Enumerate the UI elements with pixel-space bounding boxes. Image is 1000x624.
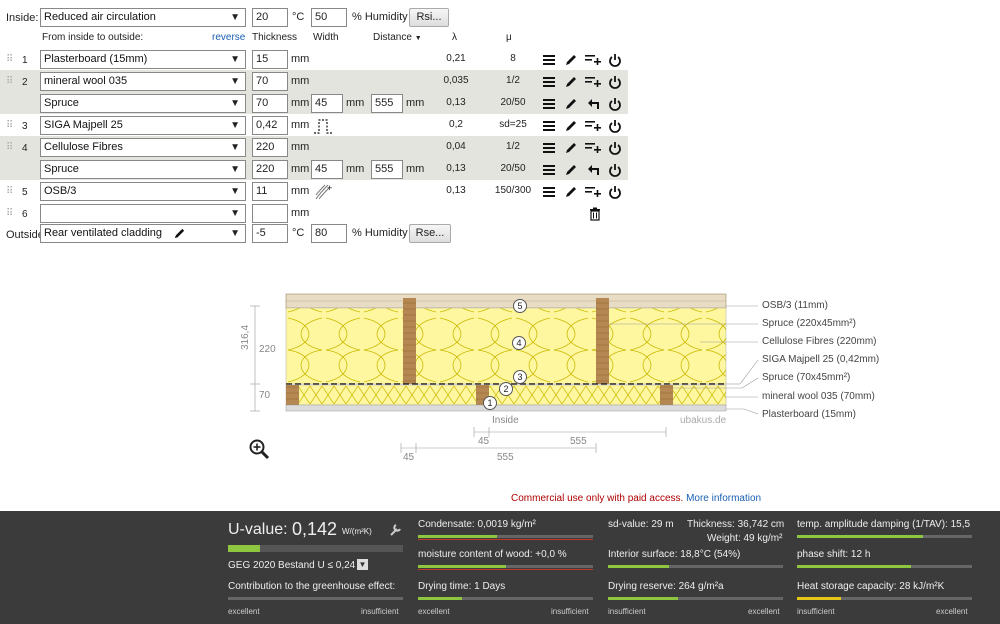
legend-item: OSB/3 (11mm): [762, 300, 828, 311]
legend-item: SIGA Majpell 25 (0,42mm): [762, 354, 880, 365]
drying-time-bar-fill: [418, 597, 462, 600]
scale-insufficient-2: insufficient: [551, 607, 589, 616]
dim-total: 316,4: [240, 324, 251, 350]
spruce-stud-lower-3: [660, 385, 673, 405]
layer-marker: 3: [513, 370, 527, 384]
temp-amplitude-bar-fill: [797, 535, 923, 538]
scale-excellent-1: excellent: [228, 607, 260, 616]
more-info-link[interactable]: More information: [686, 493, 761, 504]
drying-time: Drying time: 1 Days: [418, 581, 506, 592]
temp-amplitude: temp. amplitude damping (1/TAV): 15,5: [797, 519, 971, 530]
spruce-stud-lower-1: [286, 385, 299, 405]
drying-reserve-bar-fill: [608, 597, 678, 600]
wood-moisture-limit: [418, 569, 593, 570]
dim-45b: 45: [403, 452, 415, 463]
scale-insufficient-4: insufficient: [797, 607, 835, 616]
layer-marker: 1: [483, 396, 497, 410]
u-value-bar-fill: [228, 545, 260, 552]
condensate-bar-fill: [418, 535, 497, 538]
drying-time-bar: [418, 597, 593, 600]
drying-reserve-bar: [608, 597, 783, 600]
spruce-stud-upper-2: [596, 298, 609, 384]
phase-shift-bar-fill: [797, 565, 911, 568]
sd-value: sd-value: 29 m: [608, 519, 674, 530]
cellulose-layer: [285, 307, 727, 385]
heat-storage: Heat storage capacity: 28 kJ/m²K: [797, 581, 945, 592]
thickness-total: Thickness: 36,742 cm: [687, 519, 785, 530]
layer-marker: 2: [499, 382, 513, 396]
wood-moisture: moisture content of wood: +0,0 %: [418, 549, 567, 560]
dim-555b: 555: [497, 452, 514, 463]
wood-moisture-bar: [418, 565, 593, 568]
spruce-stud-upper-1: [403, 298, 416, 384]
results-panel: U-value: 0,142 W/(m²K) GEG 2020 Bestand …: [0, 511, 1000, 624]
drying-reserve: Drying reserve: 264 g/m²a: [608, 581, 724, 592]
u-value-label: U-value:: [228, 521, 288, 538]
scale-excellent-3: excellent: [748, 607, 780, 616]
interior-surface: Interior surface: 18,8°C (54%): [608, 549, 741, 560]
u-value-bar: [228, 545, 403, 552]
scale-insufficient-3: insufficient: [608, 607, 646, 616]
wood-moisture-bar-fill: [418, 565, 506, 568]
layer-marker: 5: [513, 299, 527, 313]
phase-shift-bar: [797, 565, 972, 568]
notice-text: Commercial use only with paid access.: [511, 493, 684, 504]
legend-item: Spruce (220x45mm²): [762, 318, 856, 329]
condensate-bar: [418, 535, 593, 538]
scale-insufficient-1: insufficient: [361, 607, 399, 616]
u-value: 0,142: [292, 519, 338, 539]
dim-220: 220: [259, 344, 276, 355]
u-value-unit: W/(m²K): [342, 527, 372, 536]
notice: Commercial use only with paid access. Mo…: [511, 493, 761, 504]
temp-amplitude-bar: [797, 535, 972, 538]
dim-70: 70: [259, 390, 271, 401]
heat-storage-bar: [797, 597, 972, 600]
dim-45a: 45: [478, 436, 490, 447]
dim-555a: 555: [570, 436, 587, 447]
plasterboard-layer: [285, 404, 727, 412]
scale-excellent-4: excellent: [936, 607, 968, 616]
watermark: ubakus.de: [680, 415, 727, 426]
wrench-icon[interactable]: [388, 523, 402, 537]
heat-storage-bar-fill: [797, 597, 841, 600]
zoom-in-icon[interactable]: [248, 438, 270, 460]
legend-item: Plasterboard (15mm): [762, 409, 856, 420]
interior-surface-bar: [608, 565, 783, 568]
greenhouse-bar: [228, 597, 403, 600]
phase-shift: phase shift: 12 h: [797, 549, 871, 560]
inside-diagram-label: Inside: [492, 415, 519, 426]
condensate-limit: [418, 539, 593, 540]
interior-surface-bar-fill: [608, 565, 670, 568]
greenhouse-label: Contribution to the greenhouse effect:: [228, 581, 396, 592]
geg-dropdown-icon[interactable]: ▼: [357, 559, 368, 570]
weight: Weight: 49 kg/m²: [707, 533, 783, 544]
condensate: Condensate: 0,0019 kg/m²: [418, 519, 536, 530]
legend-item: Cellulose Fibres (220mm): [762, 336, 877, 347]
legend-item: mineral wool 035 (70mm): [762, 391, 875, 402]
legend-item: Spruce (70x45mm²): [762, 372, 851, 383]
geg-label: GEG 2020 Bestand U ≤ 0,24: [228, 560, 356, 571]
scale-excellent-2: excellent: [418, 607, 450, 616]
layer-marker: 4: [512, 336, 526, 350]
